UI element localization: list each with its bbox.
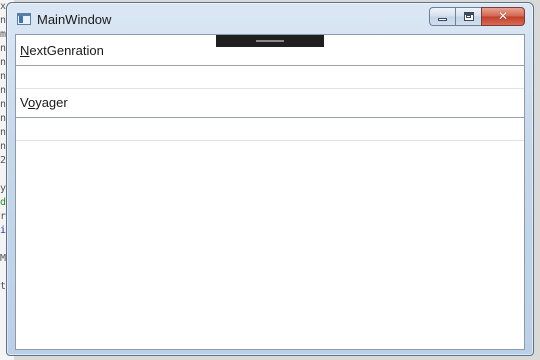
close-icon: ✕ bbox=[497, 9, 509, 23]
maximize-button[interactable] bbox=[455, 7, 481, 26]
access-key: N bbox=[20, 43, 30, 58]
window-client-area: NextGenration Voyager bbox=[15, 34, 525, 350]
label-text: V bbox=[20, 95, 28, 110]
label-nextgenration[interactable]: NextGenration bbox=[16, 37, 524, 65]
label-voyager[interactable]: Voyager bbox=[16, 89, 524, 117]
label-text: extGenration bbox=[29, 43, 104, 58]
close-button[interactable]: ✕ bbox=[481, 7, 525, 26]
maximize-icon bbox=[464, 12, 474, 21]
nextgenration-field[interactable] bbox=[16, 65, 524, 89]
voyager-field[interactable] bbox=[16, 117, 524, 141]
minimize-icon bbox=[438, 18, 447, 21]
window-app-icon[interactable] bbox=[17, 13, 31, 25]
window-title: MainWindow bbox=[37, 12, 112, 27]
main-window: MainWindow ✕ NextGenration Voyager bbox=[6, 2, 534, 356]
title-bar[interactable]: MainWindow ✕ bbox=[7, 3, 533, 33]
caption-buttons: ✕ bbox=[429, 7, 525, 26]
label-text: yager bbox=[35, 95, 68, 110]
minimize-button[interactable] bbox=[429, 7, 455, 26]
